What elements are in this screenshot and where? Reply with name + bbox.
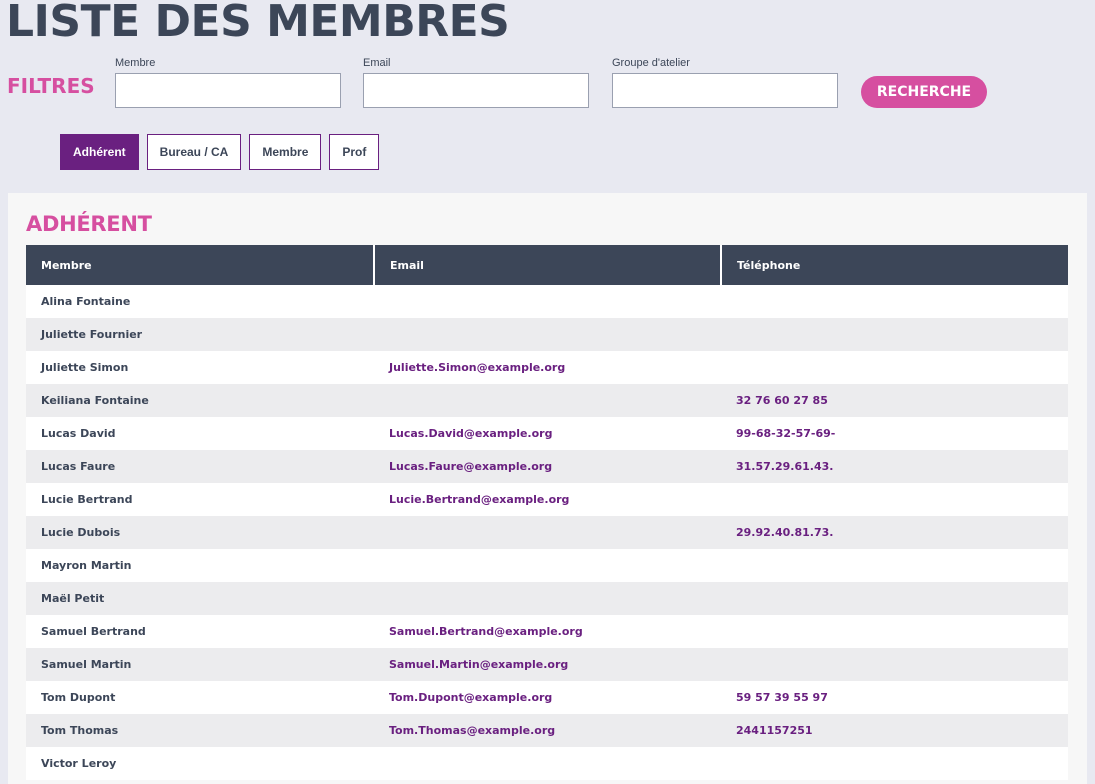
member-name-cell: Mayron Martin [26,549,374,582]
member-name-cell: Maël Petit [26,582,374,615]
member-phone-cell [721,615,1068,648]
table-header-row: Membre Email Téléphone [26,245,1068,285]
member-email-cell[interactable]: Samuel.Bertrand@example.org [374,615,721,648]
member-email-cell[interactable] [374,582,721,615]
group-filter: Groupe d'atelier [612,57,838,108]
email-input[interactable] [363,73,589,108]
member-phone-cell [721,318,1068,351]
group-field-label: Groupe d'atelier [612,57,690,69]
table-row[interactable]: Keiliana Fontaine 32 76 60 27 85 [26,384,1068,417]
member-email-cell[interactable]: Lucie.Bertrand@example.org [374,483,721,516]
member-name-cell: Lucas Faure [26,450,374,483]
member-phone-cell [721,747,1068,780]
member-name-cell: Keiliana Fontaine [26,384,374,417]
member-email-cell[interactable]: Samuel.Martin@example.org [374,648,721,681]
member-phone-cell: 59 57 39 55 97 [721,681,1068,714]
member-name-cell: Samuel Bertrand [26,615,374,648]
group-input[interactable] [612,73,838,108]
members-panel: ADHÉRENT Membre Email Téléphone Alina Fo… [8,193,1087,784]
member-name-cell: Juliette Fournier [26,318,374,351]
member-email-cell[interactable]: Juliette.Simon@example.org [374,351,721,384]
member-email-cell[interactable] [374,285,721,318]
filters-label: FILTRES [7,74,95,98]
table-row[interactable]: Lucie Dubois 29.92.40.81.73. [26,516,1068,549]
column-header-member[interactable]: Membre [26,245,374,285]
table-row[interactable]: Alina Fontaine [26,285,1068,318]
table-row[interactable]: Lucas Faure Lucas.Faure@example.org 31.57.… [26,450,1068,483]
page-title: LISTE DES MEMBRES [6,0,510,47]
member-name-cell: Alina Fontaine [26,285,374,318]
table-row[interactable]: Lucie Bertrand Lucie.Bertrand@example.org [26,483,1068,516]
member-phone-cell: 29.92.40.81.73. [721,516,1068,549]
member-name-cell: Victor Leroy [26,747,374,780]
member-filter: Membre [115,57,341,108]
table-row[interactable]: Juliette Simon Juliette.Simon@example.org [26,351,1068,384]
search-button[interactable]: RECHERCHE [861,76,987,108]
member-phone-cell: 32 76 60 27 85 [721,384,1068,417]
table-row[interactable]: Juliette Fournier [26,318,1068,351]
members-table-body: Alina Fontaine Juliette Fournier Juliette … [26,285,1068,780]
member-phone-cell [721,549,1068,582]
member-phone-cell [721,582,1068,615]
role-tab-adherent[interactable]: Adhérent [60,134,139,170]
table-row[interactable]: Lucas David Lucas.David@example.org 99-68-… [26,417,1068,450]
member-field-label: Membre [115,57,156,69]
table-row[interactable]: Maël Petit [26,582,1068,615]
member-name-cell: Lucas David [26,417,374,450]
member-name-cell: Samuel Martin [26,648,374,681]
table-row[interactable]: Tom Dupont Tom.Dupont@example.org 59 57 39… [26,681,1068,714]
member-phone-cell [721,351,1068,384]
member-email-cell[interactable] [374,747,721,780]
member-email-cell[interactable]: Lucas.Faure@example.org [374,450,721,483]
member-phone-cell [721,648,1068,681]
member-email-cell[interactable]: Tom.Thomas@example.org [374,714,721,747]
role-tabs: Adhérent Bureau / CA Membre Prof [60,134,380,170]
table-row[interactable]: Samuel Martin Samuel.Martin@example.org [26,648,1068,681]
table-row[interactable]: Samuel Bertrand Samuel.Bertrand@example.o… [26,615,1068,648]
members-table: Membre Email Téléphone Alina Fontaine Jul… [26,245,1068,780]
column-header-email[interactable]: Email [373,245,721,285]
role-tab-membre[interactable]: Membre [249,134,322,170]
member-name-cell: Lucie Bertrand [26,483,374,516]
table-row[interactable]: Tom Thomas Tom.Thomas@example.org 24411572… [26,714,1068,747]
member-name-cell: Tom Thomas [26,714,374,747]
member-email-cell[interactable]: Tom.Dupont@example.org [374,681,721,714]
member-email-cell[interactable] [374,549,721,582]
member-phone-cell: 2441157251 [721,714,1068,747]
role-tab-bureau-ca[interactable]: Bureau / CA [146,134,242,170]
table-row[interactable]: Victor Leroy [26,747,1068,780]
member-email-cell[interactable]: Lucas.David@example.org [374,417,721,450]
member-phone-cell [721,483,1068,516]
column-header-phone[interactable]: Téléphone [720,245,1068,285]
member-email-cell[interactable] [374,384,721,417]
table-row[interactable]: Mayron Martin [26,549,1068,582]
email-filter: Email [363,57,589,108]
role-tab-prof[interactable]: Prof [329,134,380,170]
member-input[interactable] [115,73,341,108]
member-name-cell: Juliette Simon [26,351,374,384]
member-name-cell: Tom Dupont [26,681,374,714]
member-phone-cell [721,285,1068,318]
member-name-cell: Lucie Dubois [26,516,374,549]
email-field-label: Email [363,57,391,69]
member-phone-cell: 99-68-32-57-69- [721,417,1068,450]
section-title: ADHÉRENT [26,212,152,236]
member-email-cell[interactable] [374,318,721,351]
member-phone-cell: 31.57.29.61.43. [721,450,1068,483]
member-email-cell[interactable] [374,516,721,549]
